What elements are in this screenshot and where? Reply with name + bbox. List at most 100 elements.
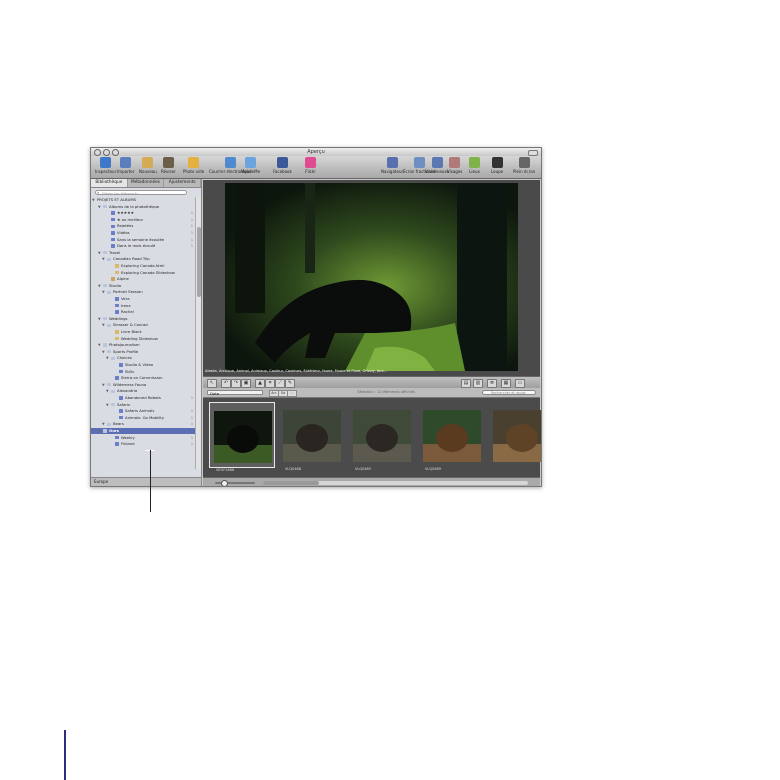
faces-toolbar-button[interactable]: Visages <box>447 157 462 177</box>
thumbnail[interactable]: VLQ0488 <box>279 402 345 471</box>
disclosure-triangle-icon[interactable]: ▼ <box>98 316 101 322</box>
tab-metadata[interactable]: Métadonnées <box>128 179 165 187</box>
grid-view-icon[interactable]: ▦ <box>501 379 511 388</box>
sidebar-item[interactable]: Sans la semaine écoulée 1 <box>91 237 195 243</box>
sidebar-item[interactable]: Weekly 1 <box>91 435 195 441</box>
sidebar-item[interactable]: ▼ Canadian Road Trip <box>91 256 195 262</box>
disclosure-triangle-icon[interactable]: ▼ <box>102 349 105 355</box>
sidebar-item[interactable]: Stills <box>91 369 195 375</box>
loupe-toolbar-button[interactable]: Loupe <box>491 157 503 177</box>
sidebar-item[interactable]: Studio & Video <box>91 362 195 368</box>
sidebar-item[interactable]: ▼ Weddings <box>91 316 195 322</box>
sidebar-item[interactable]: Dans le mois écoulé 1 <box>91 243 195 249</box>
disclosure-triangle-icon[interactable]: ▼ <box>98 428 101 434</box>
sidebar-item[interactable]: ▼ Wilderness Fauna <box>91 382 195 388</box>
disclosure-triangle-icon[interactable]: ▼ <box>102 256 105 262</box>
sidebar-item[interactable]: ▼ Safaris <box>91 402 195 408</box>
fullscreen-toolbar-button[interactable]: Plein écran <box>513 157 535 177</box>
disclosure-triangle-icon[interactable]: ▼ <box>98 204 101 210</box>
sidebar-item[interactable]: Finland 1 <box>91 441 195 447</box>
redeye-icon[interactable]: ✎ <box>285 379 295 388</box>
bear-photo[interactable] <box>225 183 518 371</box>
sort-select[interactable]: Date <box>207 389 263 396</box>
disclosure-triangle-icon[interactable]: ▼ <box>106 402 109 408</box>
browser-scrollbar[interactable] <box>263 480 528 485</box>
import-toolbar-button[interactable]: Importer <box>117 157 134 177</box>
disclosure-triangle-icon[interactable]: ▼ <box>102 289 105 295</box>
sidebar-item[interactable]: Livre Black <box>91 329 195 335</box>
sidebar-item[interactable]: ★★★★★ 1 <box>91 210 195 216</box>
view-button-3[interactable]: ⋯ <box>287 389 297 397</box>
sidebar-item[interactable]: ▼ Alexandria <box>91 388 195 394</box>
disclosure-triangle-icon[interactable]: ▼ <box>92 197 95 203</box>
crop-icon[interactable]: ⌗ <box>265 379 275 388</box>
mobileme-toolbar-button[interactable]: MobileMe <box>241 157 260 177</box>
viewer-toolbar-button[interactable]: Visionneuse <box>425 157 449 177</box>
sidebar-item[interactable]: Irene <box>91 303 195 309</box>
filter-input[interactable]: Filtrer les éléments <box>95 190 187 196</box>
scrollbar-thumb[interactable] <box>263 480 319 485</box>
sidebar-item[interactable]: ▼ Bears 1 <box>91 421 195 427</box>
minimize-icon[interactable] <box>103 149 110 156</box>
straighten-icon[interactable]: ⟋ <box>275 379 285 388</box>
tab-adjustments[interactable]: Ajustements <box>164 179 202 187</box>
close-icon[interactable] <box>94 149 101 156</box>
browser-search-input[interactable]: Rechercher et rouge <box>482 389 536 395</box>
sidebar-item[interactable]: Exploring Canada Slideshow <box>91 270 195 276</box>
info-toolbar-button[interactable]: Inspecteur <box>95 157 116 177</box>
viewer-icon[interactable]: ▥ <box>473 379 483 388</box>
sidebar-item[interactable]: ▼ Portrait Session <box>91 289 195 295</box>
sidebar-item[interactable]: Vera <box>91 296 195 302</box>
sidebar-item[interactable]: Alpine <box>91 276 195 282</box>
disclosure-triangle-icon[interactable]: ▼ <box>98 342 101 348</box>
rotate-left-icon[interactable]: ↶ <box>221 379 231 388</box>
slider-knob[interactable] <box>221 480 228 486</box>
thumbnail[interactable]: VLQ0483 <box>349 402 415 471</box>
zoom-icon[interactable] <box>112 149 119 156</box>
split-view-icon[interactable]: ▤ <box>461 379 471 388</box>
sidebar-item[interactable]: ▼ Sports Profile <box>91 349 195 355</box>
stamp-icon[interactable]: ▣ <box>241 379 251 388</box>
sidebar-item[interactable]: Rachel <box>91 309 195 315</box>
grid-toolbar-button[interactable]: Navigateur <box>381 157 403 177</box>
sidebar-item[interactable]: Wedding Slideshow <box>91 336 195 342</box>
facebook-toolbar-button[interactable]: Facebook <box>273 157 292 177</box>
sidebar-item[interactable]: ▼ Photojournalism <box>91 342 195 348</box>
sidebar-item[interactable]: ▼ Choices <box>91 355 195 361</box>
sidebar-item[interactable]: ▼ Albums de la photothèque <box>91 204 195 210</box>
sidebar-item[interactable]: Abandoned Robots 1 <box>91 395 195 401</box>
disclosure-triangle-icon[interactable]: ▼ <box>106 388 109 394</box>
list-view-icon[interactable]: ≣ <box>487 379 497 388</box>
disclosure-triangle-icon[interactable]: ▼ <box>102 382 105 388</box>
sidebar-item[interactable]: ▼ Studio <box>91 283 195 289</box>
sidebar-item[interactable]: ▼ Travel <box>91 250 195 256</box>
select-tool-icon[interactable]: ↖ <box>207 379 217 388</box>
flickr-toolbar-button[interactable]: Flickr <box>305 157 316 177</box>
places-toolbar-button[interactable]: Lieux <box>469 157 480 177</box>
sidebar-item[interactable]: ▼ Ours <box>91 428 195 434</box>
disclosure-triangle-icon[interactable]: ▼ <box>98 283 101 289</box>
sidebar-item[interactable]: Exploring Canada.html <box>91 263 195 269</box>
sidebar-scrollbar[interactable] <box>195 197 201 469</box>
lift-icon[interactable]: ▲ <box>255 379 265 388</box>
thumbnail[interactable] <box>489 402 541 468</box>
filmstrip-view-icon[interactable]: ▭ <box>515 379 525 388</box>
rotate-right-icon[interactable]: ↷ <box>231 379 241 388</box>
new-folder-toolbar-button[interactable]: Nouveau <box>139 157 157 177</box>
disclosure-triangle-icon[interactable]: ▼ <box>98 250 101 256</box>
photo-toolbar-button[interactable]: Photo vide <box>183 157 204 177</box>
sidebar-item[interactable]: ★ ou meilleur 1 <box>91 217 195 223</box>
disclosure-triangle-icon[interactable]: ▼ <box>102 322 105 328</box>
sidebar-item[interactable]: Animals: Go Mobility 1 <box>91 415 195 421</box>
sidebar-item[interactable]: Safaris Animals 1 <box>91 408 195 414</box>
thumbnail[interactable]: VEGF1668 <box>209 402 275 472</box>
sidebar-item[interactable]: Rejetées 1 <box>91 223 195 229</box>
disclosure-triangle-icon[interactable]: ▼ <box>102 421 105 427</box>
disclosure-triangle-icon[interactable]: ▼ <box>106 355 109 361</box>
sidebar-item[interactable]: Vidéos 1 <box>91 230 195 236</box>
person-toolbar-button[interactable]: Réviser <box>161 157 176 177</box>
sidebar-item[interactable]: Sierra on Commission <box>91 375 195 381</box>
tab-library[interactable]: Bibliothèque <box>91 179 128 187</box>
image-viewer[interactable]: Alaska, Arctique, Animal, Animaux, Coule… <box>203 180 540 376</box>
thumbnail[interactable]: VLQ0489 <box>419 402 485 471</box>
